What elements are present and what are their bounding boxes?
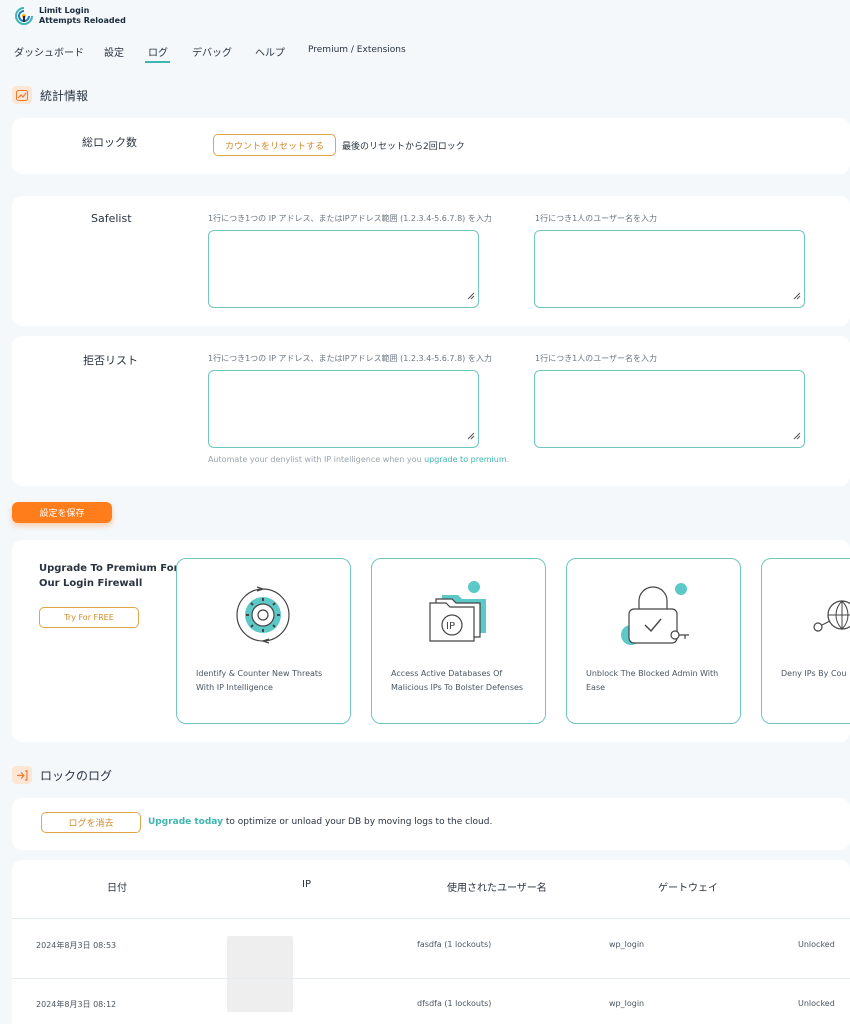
- padlock-icon: [621, 583, 689, 645]
- reset-info-text: 最後のリセットから2回ロック: [342, 142, 465, 152]
- upgrade-log-text: to optimize or unload your DB by moving …: [222, 817, 493, 827]
- total-lockouts-label: 総ロック数: [82, 136, 137, 149]
- gear-cycle-icon: [236, 586, 290, 644]
- safelist-user-textarea[interactable]: [534, 230, 805, 308]
- denylist-ip-hint: 1行につき1つの IP アドレス、またはIPアドレス範囲 (1.2.3.4-5.…: [208, 354, 492, 363]
- chart-icon: [12, 86, 32, 104]
- table-header: 日付 IP 使用されたユーザー名 ゲートウェイ: [12, 860, 850, 916]
- denylist-ip-textarea[interactable]: [208, 370, 479, 448]
- feature-text: Unblock The Blocked Admin With: [586, 669, 719, 678]
- row-gateway: wp_login: [609, 940, 645, 949]
- upgrade-today-link[interactable]: Upgrade today: [148, 817, 223, 827]
- total-lockouts-card: 総ロック数 カウントをリセットする 最後のリセットから2回ロック: [12, 118, 850, 174]
- automate-end: .: [506, 455, 510, 464]
- resize-grip-icon[interactable]: [467, 292, 475, 300]
- lockout-log-header: ロックのログ: [12, 766, 112, 784]
- tab-logs[interactable]: ログ: [148, 44, 168, 59]
- upgrade-log-note: Upgrade today to optimize or unload your…: [148, 817, 492, 827]
- lockout-log-table: 日付 IP 使用されたユーザー名 ゲートウェイ 2024年8月3日 08:53 …: [12, 860, 850, 1024]
- feature-card-ip-intelligence[interactable]: Identify & Counter New Threats With IP I…: [176, 558, 351, 724]
- svg-text:IP: IP: [446, 621, 455, 632]
- upgrade-premium-link[interactable]: upgrade to premium: [424, 455, 507, 464]
- main-nav: ダッシュボード 設定 ログ デバッグ ヘルプ Premium / Extensi…: [0, 40, 850, 64]
- denylist-user-textarea[interactable]: [534, 370, 805, 448]
- upgrade-title-line2: Our Login Firewall: [39, 578, 143, 589]
- feature-text: Ease: [586, 683, 606, 692]
- col-username: 使用されたユーザー名: [447, 883, 547, 894]
- table-row: 2024年8月3日 08:53 fasdfa (1 lockouts) wp_l…: [12, 920, 850, 984]
- table-row: 2024年8月3日 08:12 dfsdfa (1 lockouts) wp_l…: [12, 980, 850, 1024]
- active-tab-indicator: [145, 61, 170, 63]
- row-date: 2024年8月3日 08:53: [36, 941, 117, 950]
- row-username: fasdfa (1 lockouts): [417, 940, 492, 949]
- app-logo[interactable]: Limit Login Attempts Reloaded: [14, 4, 154, 28]
- tab-settings[interactable]: 設定: [104, 44, 124, 59]
- denylist-user-hint: 1行につき1人のユーザー名を入力: [535, 354, 658, 363]
- upgrade-title: Upgrade To Premium For Our Login Firewal…: [39, 561, 179, 591]
- upgrade-premium-card: Upgrade To Premium For Our Login Firewal…: [12, 540, 850, 742]
- col-date: 日付: [107, 883, 127, 894]
- denylist-card: 拒否リスト 1行につき1つの IP アドレス、またはIPアドレス範囲 (1.2.…: [12, 336, 850, 486]
- denylist-automate-note: Automate your denylist with IP intellige…: [208, 455, 509, 464]
- ip-redacted: [227, 980, 293, 1012]
- row-status: Unlocked: [798, 999, 835, 1008]
- safelist-ip-hint: 1行につき1つの IP アドレス、またはIPアドレス範囲 (1.2.3.4-5.…: [208, 214, 492, 223]
- tab-debug[interactable]: デバッグ: [192, 44, 232, 59]
- feature-text: Identify & Counter New Threats: [196, 669, 323, 678]
- col-gateway: ゲートウェイ: [658, 883, 718, 894]
- ip-folder-icon: IP: [429, 581, 486, 642]
- ip-redacted: [227, 936, 293, 984]
- feature-text: Malicious IPs To Bolster Defenses: [391, 683, 524, 692]
- logo-line1: Limit Login: [39, 6, 90, 15]
- clear-log-button[interactable]: ログを消去: [41, 812, 141, 833]
- stats-header: 統計情報: [12, 86, 88, 104]
- feature-card-unblock-admin[interactable]: Unblock The Blocked Admin With Ease: [566, 558, 741, 724]
- safelist-ip-textarea[interactable]: [208, 230, 479, 308]
- feature-text: With IP Intelligence: [196, 683, 273, 692]
- logo-icon: [15, 7, 33, 25]
- clear-log-card: ログを消去 Upgrade today to optimize or unloa…: [12, 798, 850, 850]
- upgrade-title-line1: Upgrade To Premium For: [39, 563, 179, 574]
- denylist-label: 拒否リスト: [83, 354, 138, 367]
- lockout-log-title: ロックのログ: [40, 768, 113, 783]
- tab-help[interactable]: ヘルプ: [255, 44, 285, 59]
- safelist-label: Safelist: [91, 212, 132, 225]
- globe-network-icon: [813, 600, 850, 632]
- row-status: Unlocked: [798, 940, 835, 949]
- resize-grip-icon[interactable]: [467, 432, 475, 440]
- tab-dashboard[interactable]: ダッシュボード: [14, 44, 84, 59]
- stats-title: 統計情報: [40, 88, 89, 103]
- feature-text: Deny IPs By Cou: [781, 669, 847, 678]
- automate-text: Automate your denylist with IP intellige…: [208, 455, 425, 464]
- logo-line2: Attempts Reloaded: [39, 16, 126, 25]
- divider: [12, 918, 850, 919]
- safelist-card: Safelist 1行につき1つの IP アドレス、またはIPアドレス範囲 (1…: [12, 196, 850, 326]
- save-settings-button[interactable]: 設定を保存: [12, 502, 112, 523]
- try-free-button[interactable]: Try For FREE: [39, 607, 139, 628]
- safelist-user-hint: 1行につき1人のユーザー名を入力: [535, 214, 658, 223]
- feature-text: Access Active Databases Of: [391, 669, 503, 678]
- feature-card-malicious-db[interactable]: IP Access Active Databases Of Malicious …: [371, 558, 546, 724]
- reset-count-button[interactable]: カウントをリセットする: [213, 134, 336, 156]
- row-username: dfsdfa (1 lockouts): [417, 999, 492, 1008]
- row-date: 2024年8月3日 08:12: [36, 1000, 117, 1009]
- row-gateway: wp_login: [609, 999, 645, 1008]
- col-ip: IP: [302, 879, 311, 890]
- login-arrow-icon: [12, 766, 32, 784]
- resize-grip-icon[interactable]: [793, 292, 801, 300]
- feature-card-deny-country[interactable]: Deny IPs By Cou: [761, 558, 850, 724]
- divider: [12, 978, 850, 979]
- resize-grip-icon[interactable]: [793, 432, 801, 440]
- tab-premium[interactable]: Premium / Extensions: [308, 45, 406, 55]
